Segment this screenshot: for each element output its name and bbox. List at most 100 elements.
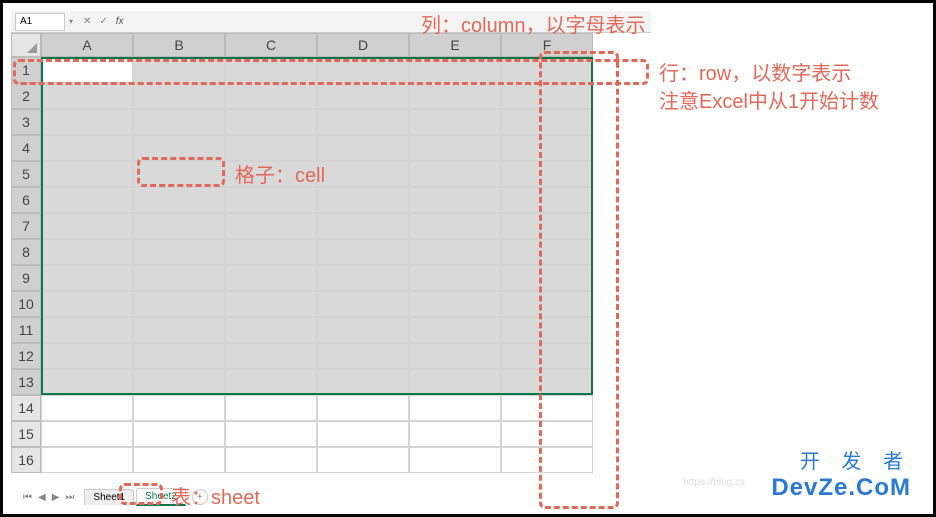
cell[interactable]: [409, 213, 501, 239]
cell[interactable]: [409, 421, 501, 447]
cell[interactable]: [133, 369, 225, 395]
cell[interactable]: [225, 447, 317, 473]
new-sheet-button[interactable]: +: [192, 489, 208, 505]
cell[interactable]: [409, 395, 501, 421]
cell[interactable]: [225, 369, 317, 395]
cell[interactable]: [133, 291, 225, 317]
row-header-15[interactable]: 15: [11, 421, 41, 447]
cell[interactable]: [225, 395, 317, 421]
cell[interactable]: [133, 343, 225, 369]
cell[interactable]: [225, 317, 317, 343]
cell[interactable]: [133, 57, 225, 83]
sheet-tab-2[interactable]: Sheet2: [136, 488, 186, 506]
cell[interactable]: [317, 109, 409, 135]
cell[interactable]: [41, 239, 133, 265]
col-header-F[interactable]: F: [501, 33, 593, 57]
cell[interactable]: [501, 161, 593, 187]
cell[interactable]: [409, 369, 501, 395]
cell[interactable]: [225, 265, 317, 291]
col-header-A[interactable]: A: [41, 33, 133, 57]
cell[interactable]: [317, 135, 409, 161]
col-header-C[interactable]: C: [225, 33, 317, 57]
tab-last-icon[interactable]: ⏭: [63, 492, 76, 503]
cell[interactable]: [317, 265, 409, 291]
cell[interactable]: [41, 395, 133, 421]
cell[interactable]: [501, 395, 593, 421]
cell[interactable]: [133, 239, 225, 265]
cell[interactable]: [317, 395, 409, 421]
cell[interactable]: [133, 109, 225, 135]
cell[interactable]: [41, 57, 133, 83]
cell[interactable]: [317, 239, 409, 265]
tab-first-icon[interactable]: ⏮: [21, 492, 34, 503]
cell[interactable]: [41, 291, 133, 317]
cell[interactable]: [225, 213, 317, 239]
cell[interactable]: [317, 447, 409, 473]
cell[interactable]: [501, 421, 593, 447]
confirm-icon[interactable]: ✓: [99, 16, 107, 27]
cell[interactable]: [317, 187, 409, 213]
col-header-E[interactable]: E: [409, 33, 501, 57]
cell[interactable]: [409, 83, 501, 109]
cell[interactable]: [501, 369, 593, 395]
cell[interactable]: [501, 343, 593, 369]
cell[interactable]: [41, 447, 133, 473]
cell[interactable]: [501, 135, 593, 161]
row-header-13[interactable]: 13: [11, 369, 41, 395]
cell[interactable]: [41, 213, 133, 239]
cell[interactable]: [409, 135, 501, 161]
row-header-16[interactable]: 16: [11, 447, 41, 473]
cell[interactable]: [41, 161, 133, 187]
cell[interactable]: [225, 239, 317, 265]
row-header-14[interactable]: 14: [11, 395, 41, 421]
cell[interactable]: [133, 135, 225, 161]
cell[interactable]: [501, 291, 593, 317]
cell[interactable]: [133, 187, 225, 213]
cell[interactable]: [41, 343, 133, 369]
cell[interactable]: [501, 265, 593, 291]
cell[interactable]: [133, 447, 225, 473]
tab-next-icon[interactable]: ▶: [50, 492, 62, 503]
cell[interactable]: [317, 421, 409, 447]
cell[interactable]: [409, 187, 501, 213]
cell[interactable]: [133, 213, 225, 239]
row-header-5[interactable]: 5: [11, 161, 41, 187]
cell[interactable]: [41, 135, 133, 161]
cell[interactable]: [409, 317, 501, 343]
grid[interactable]: ABCDEF12345678910111213141516: [11, 33, 651, 473]
cell[interactable]: [225, 187, 317, 213]
cell[interactable]: [409, 343, 501, 369]
row-header-9[interactable]: 9: [11, 265, 41, 291]
cell[interactable]: [501, 213, 593, 239]
cell[interactable]: [317, 343, 409, 369]
cell[interactable]: [409, 447, 501, 473]
cell[interactable]: [133, 395, 225, 421]
cell[interactable]: [501, 109, 593, 135]
row-header-4[interactable]: 4: [11, 135, 41, 161]
cell[interactable]: [409, 239, 501, 265]
col-header-B[interactable]: B: [133, 33, 225, 57]
cell[interactable]: [133, 83, 225, 109]
cell[interactable]: [501, 57, 593, 83]
cell[interactable]: [133, 161, 225, 187]
cell[interactable]: [317, 317, 409, 343]
fx-label[interactable]: fx: [116, 16, 124, 27]
row-header-10[interactable]: 10: [11, 291, 41, 317]
row-header-1[interactable]: 1: [11, 57, 41, 83]
name-box[interactable]: A1: [15, 13, 65, 31]
row-header-2[interactable]: 2: [11, 83, 41, 109]
cancel-icon[interactable]: ✕: [83, 16, 91, 27]
row-header-12[interactable]: 12: [11, 343, 41, 369]
cell[interactable]: [133, 265, 225, 291]
cell[interactable]: [41, 369, 133, 395]
cell[interactable]: [41, 83, 133, 109]
cell[interactable]: [41, 265, 133, 291]
cell[interactable]: [501, 317, 593, 343]
cell[interactable]: [317, 57, 409, 83]
cell[interactable]: [317, 291, 409, 317]
cell[interactable]: [225, 83, 317, 109]
cell[interactable]: [501, 239, 593, 265]
cell[interactable]: [133, 421, 225, 447]
cell[interactable]: [409, 161, 501, 187]
tab-prev-icon[interactable]: ◀: [36, 492, 48, 503]
